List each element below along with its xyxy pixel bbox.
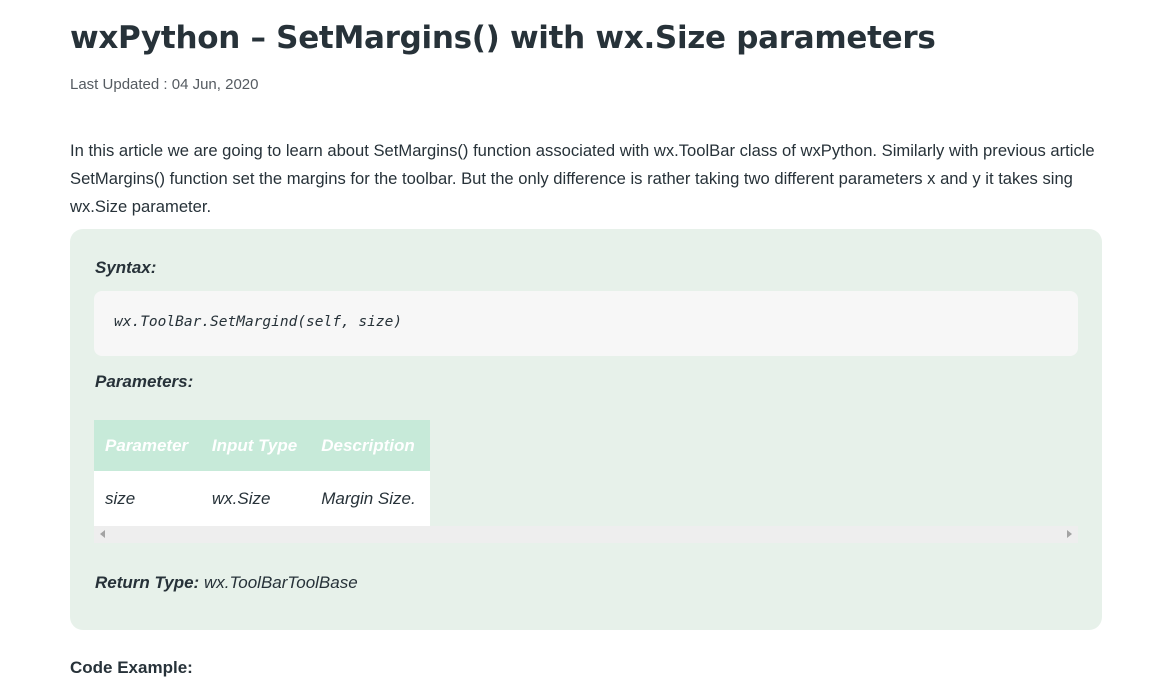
syntax-code-block: wx.ToolBar.SetMargind(self, size) — [94, 291, 1078, 356]
header-input-type: Input Type — [200, 420, 311, 471]
parameters-table: Parameter Input Type Description size wx… — [94, 420, 430, 526]
page-title: wxPython – SetMargins() with wx.Size par… — [70, 20, 936, 56]
return-type-value: wx.ToolBarToolBase — [203, 573, 358, 592]
cell-parameter: size — [94, 471, 201, 526]
syntax-label: Syntax: — [95, 258, 157, 277]
scroll-left-arrow-icon[interactable] — [100, 530, 105, 538]
cell-description: Margin Size. — [310, 471, 430, 526]
scroll-right-arrow-icon[interactable] — [1067, 530, 1072, 538]
table-header-row: Parameter Input Type Description — [94, 420, 430, 471]
parameters-label: Parameters: — [95, 372, 194, 391]
syntax-code: wx.ToolBar.SetMargind(self, size) — [114, 314, 403, 330]
cell-input-type: wx.Size — [200, 471, 311, 526]
return-type: Return Type: wx.ToolBarToolBase — [95, 573, 358, 593]
code-example-heading: Code Example: — [70, 658, 193, 677]
table-horizontal-scrollbar[interactable] — [94, 526, 1078, 543]
return-type-label: Return Type: — [95, 573, 200, 592]
header-parameter: Parameter — [94, 420, 201, 471]
header-description: Description — [310, 420, 430, 471]
parameters-table-container: Parameter Input Type Description size wx… — [94, 420, 1078, 544]
intro-paragraph: In this article we are going to learn ab… — [70, 141, 1095, 216]
syntax-box: Syntax: wx.ToolBar.SetMargind(self, size… — [70, 229, 1102, 630]
table-row: size wx.Size Margin Size. — [94, 471, 430, 526]
last-updated: Last Updated : 04 Jun, 2020 — [70, 76, 259, 93]
